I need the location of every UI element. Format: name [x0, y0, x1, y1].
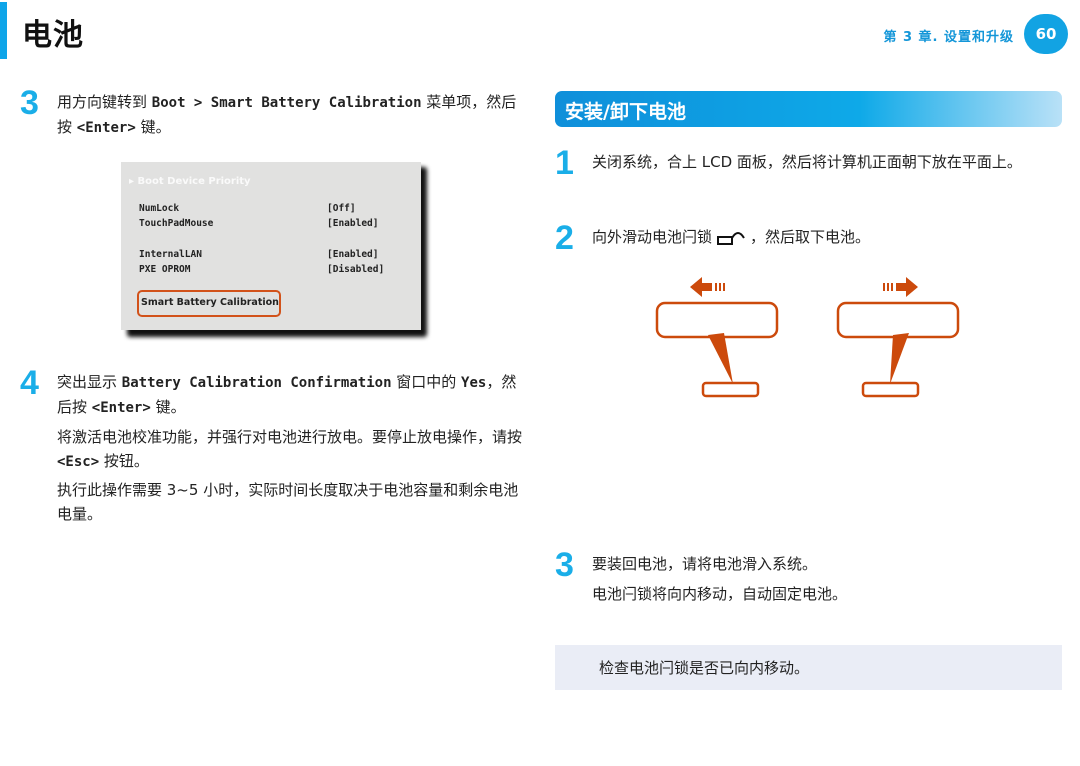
- step-number: 4: [20, 364, 39, 402]
- text: 将激活电池校准功能，并强行对电池进行放电。要停止放电操作，请按: [57, 428, 523, 446]
- latch-pointer: [708, 333, 733, 384]
- step-text: 突出显示 Battery Calibration Confirmation 窗口…: [57, 370, 520, 420]
- step-1-right: 1 关闭系统，合上 LCD 面板，然后将计算机正面朝下放在平面上。: [555, 144, 1060, 182]
- step-3-left: 3 用方向键转到 Boot > Smart Battery Calibratio…: [20, 84, 520, 140]
- text: 按钮。: [99, 452, 149, 470]
- step-text: 用方向键转到 Boot > Smart Battery Calibration …: [57, 90, 520, 140]
- latch-outline: [861, 381, 920, 398]
- section-title: 安装/卸下电池: [565, 101, 686, 123]
- paragraph: 将激活电池校准功能，并强行对电池进行放电。要停止放电操作，请按 <Esc> 按钮…: [57, 425, 527, 474]
- bios-header: ▸ Boot Device Priority: [129, 176, 251, 187]
- battery-outline: [655, 301, 779, 339]
- text: 用方向键转到: [57, 93, 152, 111]
- bios-screenshot: ▸ Boot Device Priority NumLock [Off] Tou…: [121, 162, 421, 330]
- section-header: 安装/卸下电池: [555, 91, 1062, 127]
- key-name: <Esc>: [57, 454, 100, 470]
- page-title: 电池: [22, 18, 84, 53]
- key-name: <Enter>: [91, 400, 151, 416]
- text: 键。: [150, 398, 186, 416]
- step-number: 1: [555, 144, 574, 182]
- latch-pointer: [890, 333, 909, 384]
- bios-row-value: [Enabled]: [327, 218, 379, 229]
- step-text: 向外滑动电池闩锁 ，然后取下电池。: [592, 225, 1060, 249]
- text: 向外滑动电池闩锁: [592, 228, 713, 246]
- arrow-right-icon: [883, 277, 918, 297]
- window-name: Battery Calibration Confirmation: [121, 375, 392, 391]
- accent-bar: [0, 2, 7, 59]
- right-latch-diagram: [836, 277, 960, 398]
- battery-outline: [836, 301, 960, 339]
- bios-header-label: Boot Device Priority: [137, 176, 251, 187]
- bios-row-value: [Enabled]: [327, 249, 379, 260]
- step-3-right: 3 要装回电池，请将电池滑入系统。 电池闩锁将向内移动，自动固定电池。: [555, 546, 1060, 606]
- note-text: 检查电池闩锁是否已向内移动。: [599, 659, 810, 677]
- paragraph: 执行此操作需要 3~5 小时，实际时间长度取决于电池容量和剩余电池电量。: [57, 481, 519, 523]
- menu-path: Boot > Smart Battery Calibration: [151, 95, 422, 111]
- chapter-label: 第 3 章. 设置和升级: [883, 30, 1014, 45]
- bios-row-label: TouchPadMouse: [139, 218, 214, 229]
- left-latch-diagram: [655, 277, 779, 398]
- bios-row-label: PXE OPROM: [139, 264, 191, 275]
- note-box: 检查电池闩锁是否已向内移动。: [555, 645, 1062, 690]
- step-number: 3: [555, 546, 574, 584]
- step-text: 关闭系统，合上 LCD 面板，然后将计算机正面朝下放在平面上。: [592, 153, 1022, 171]
- latch-outline: [701, 381, 760, 398]
- text: 键。: [135, 118, 171, 136]
- text-line: 电池闩锁将向内移动，自动固定电池。: [592, 585, 848, 603]
- option-name: Yes: [461, 375, 487, 391]
- text: ，然后取下电池。: [750, 228, 871, 246]
- arrow-left-icon: [690, 277, 725, 297]
- step-4-left: 4 突出显示 Battery Calibration Confirmation …: [20, 364, 520, 420]
- bios-selected-item: Smart Battery Calibration: [141, 297, 279, 308]
- bios-row-label: InternalLAN: [139, 249, 202, 260]
- text: 窗口中的: [391, 373, 462, 391]
- step-2-right: 2 向外滑动电池闩锁 ，然后取下电池。: [555, 219, 1060, 257]
- step-number: 2: [555, 219, 574, 257]
- text: 突出显示: [57, 373, 122, 391]
- step-text: 要装回电池，请将电池滑入系统。 电池闩锁将向内移动，自动固定电池。: [592, 552, 1060, 606]
- bios-row-value: [Disabled]: [327, 264, 385, 275]
- text-line: 要装回电池，请将电池滑入系统。: [592, 555, 818, 573]
- battery-latch-illustration: [655, 277, 960, 398]
- key-name: <Enter>: [76, 120, 136, 136]
- bios-row-label: NumLock: [139, 203, 180, 214]
- step-number: 3: [20, 84, 39, 122]
- lock-open-icon: [717, 231, 745, 245]
- page-number-badge: 60: [1024, 14, 1068, 54]
- bios-row-value: [Off]: [327, 203, 356, 214]
